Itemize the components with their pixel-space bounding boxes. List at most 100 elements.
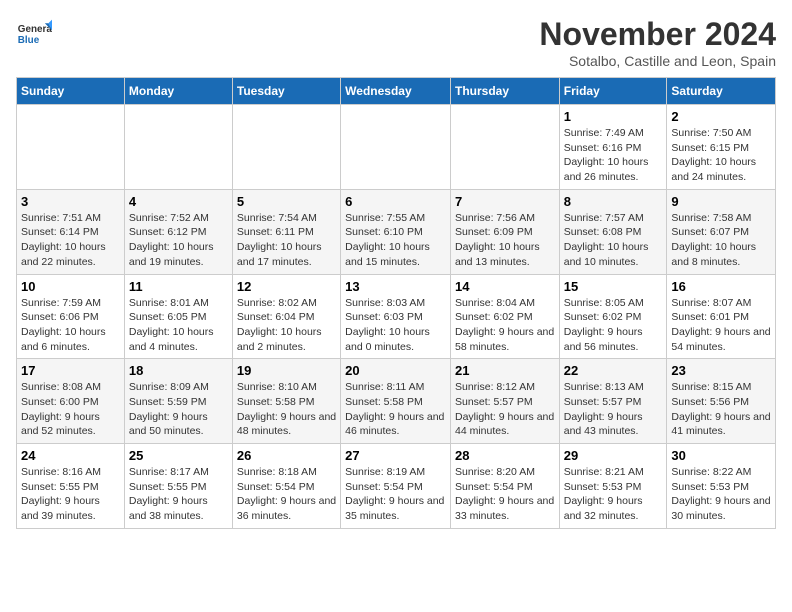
location-title: Sotalbo, Castille and Leon, Spain (539, 53, 776, 69)
day-info: Sunrise: 8:12 AM Sunset: 5:57 PM Dayligh… (455, 380, 555, 439)
week-row-2: 3 Sunrise: 7:51 AM Sunset: 6:14 PM Daylig… (17, 189, 776, 274)
header-sunday: Sunday (17, 78, 125, 105)
day-info: Sunrise: 7:58 AM Sunset: 6:07 PM Dayligh… (671, 211, 771, 270)
day-info: Sunrise: 8:10 AM Sunset: 5:58 PM Dayligh… (237, 380, 336, 439)
day-number: 27 (345, 448, 446, 463)
day-number: 14 (455, 279, 555, 294)
week-row-1: 1Sunrise: 7:49 AM Sunset: 6:16 PM Daylig… (17, 105, 776, 190)
calendar-cell: 7Sunrise: 7:56 AM Sunset: 6:09 PM Daylig… (450, 189, 559, 274)
day-info: Sunrise: 7:55 AM Sunset: 6:10 PM Dayligh… (345, 211, 446, 270)
calendar-cell: 24 Sunrise: 8:16 AM Sunset: 5:55 PM Dayli… (17, 444, 125, 529)
day-info: Sunrise: 7:59 AM Sunset: 6:06 PM Dayligh… (21, 296, 120, 355)
day-info: Sunrise: 7:56 AM Sunset: 6:09 PM Dayligh… (455, 211, 555, 270)
day-info: Sunrise: 8:15 AM Sunset: 5:56 PM Dayligh… (671, 380, 771, 439)
calendar-cell: 4 Sunrise: 7:52 AM Sunset: 6:12 PM Daylig… (124, 189, 232, 274)
calendar-cell: 17Sunrise: 8:08 AM Sunset: 6:00 PM Dayli… (17, 359, 125, 444)
day-number: 15 (564, 279, 663, 294)
calendar-cell: 10 Sunrise: 7:59 AM Sunset: 6:06 PM Dayli… (17, 274, 125, 359)
day-info: Sunrise: 8:17 AM Sunset: 5:55 PM Dayligh… (129, 465, 228, 524)
day-number: 23 (671, 363, 771, 378)
calendar-cell: 3 Sunrise: 7:51 AM Sunset: 6:14 PM Daylig… (17, 189, 125, 274)
header-friday: Friday (559, 78, 667, 105)
calendar-cell (450, 105, 559, 190)
day-info: Sunrise: 7:57 AM Sunset: 6:08 PM Dayligh… (564, 211, 663, 270)
svg-text:General: General (18, 24, 52, 35)
day-number: 20 (345, 363, 446, 378)
calendar-cell: 30Sunrise: 8:22 AM Sunset: 5:53 PM Dayli… (667, 444, 776, 529)
calendar-cell: 5 Sunrise: 7:54 AM Sunset: 6:11 PM Daylig… (232, 189, 340, 274)
day-number: 10 (21, 279, 120, 294)
day-number: 3 (21, 194, 120, 209)
calendar-cell: 19Sunrise: 8:10 AM Sunset: 5:58 PM Dayli… (232, 359, 340, 444)
week-row-5: 24 Sunrise: 8:16 AM Sunset: 5:55 PM Dayli… (17, 444, 776, 529)
svg-text:Blue: Blue (18, 35, 40, 46)
day-number: 13 (345, 279, 446, 294)
calendar-cell: 25Sunrise: 8:17 AM Sunset: 5:55 PM Dayli… (124, 444, 232, 529)
day-number: 9 (671, 194, 771, 209)
day-number: 26 (237, 448, 336, 463)
day-info: Sunrise: 8:18 AM Sunset: 5:54 PM Dayligh… (237, 465, 336, 524)
day-info: Sunrise: 7:51 AM Sunset: 6:14 PM Dayligh… (21, 211, 120, 270)
calendar-cell: 13 Sunrise: 8:03 AM Sunset: 6:03 PM Dayli… (341, 274, 451, 359)
day-info: Sunrise: 8:01 AM Sunset: 6:05 PM Dayligh… (129, 296, 228, 355)
day-number: 4 (129, 194, 228, 209)
day-info: Sunrise: 8:19 AM Sunset: 5:54 PM Dayligh… (345, 465, 446, 524)
calendar-cell: 14 Sunrise: 8:04 AM Sunset: 6:02 PM Dayli… (450, 274, 559, 359)
day-number: 6 (345, 194, 446, 209)
day-info: Sunrise: 8:16 AM Sunset: 5:55 PM Dayligh… (21, 465, 120, 524)
day-number: 5 (237, 194, 336, 209)
day-number: 29 (564, 448, 663, 463)
day-info: Sunrise: 8:13 AM Sunset: 5:57 PM Dayligh… (564, 380, 663, 439)
day-info: Sunrise: 7:50 AM Sunset: 6:15 PM Dayligh… (671, 126, 771, 185)
calendar-cell: 18Sunrise: 8:09 AM Sunset: 5:59 PM Dayli… (124, 359, 232, 444)
header-tuesday: Tuesday (232, 78, 340, 105)
day-info: Sunrise: 7:54 AM Sunset: 6:11 PM Dayligh… (237, 211, 336, 270)
day-info: Sunrise: 8:20 AM Sunset: 5:54 PM Dayligh… (455, 465, 555, 524)
month-title: November 2024 (539, 16, 776, 53)
day-info: Sunrise: 8:07 AM Sunset: 6:01 PM Dayligh… (671, 296, 771, 355)
header-monday: Monday (124, 78, 232, 105)
day-number: 16 (671, 279, 771, 294)
calendar-cell (232, 105, 340, 190)
week-row-3: 10 Sunrise: 7:59 AM Sunset: 6:06 PM Dayli… (17, 274, 776, 359)
calendar-cell: 9 Sunrise: 7:58 AM Sunset: 6:07 PM Daylig… (667, 189, 776, 274)
day-number: 24 (21, 448, 120, 463)
calendar-cell: 6 Sunrise: 7:55 AM Sunset: 6:10 PM Daylig… (341, 189, 451, 274)
calendar-cell: 12 Sunrise: 8:02 AM Sunset: 6:04 PM Dayli… (232, 274, 340, 359)
day-info: Sunrise: 8:02 AM Sunset: 6:04 PM Dayligh… (237, 296, 336, 355)
calendar-body: 1Sunrise: 7:49 AM Sunset: 6:16 PM Daylig… (17, 105, 776, 529)
day-info: Sunrise: 8:21 AM Sunset: 5:53 PM Dayligh… (564, 465, 663, 524)
calendar-cell: 16 Sunrise: 8:07 AM Sunset: 6:01 PM Dayli… (667, 274, 776, 359)
calendar-cell: 21 Sunrise: 8:12 AM Sunset: 5:57 PM Dayli… (450, 359, 559, 444)
header-wednesday: Wednesday (341, 78, 451, 105)
page-header: General Blue November 2024 Sotalbo, Cast… (16, 16, 776, 69)
calendar-cell: 11 Sunrise: 8:01 AM Sunset: 6:05 PM Dayli… (124, 274, 232, 359)
calendar-cell (341, 105, 451, 190)
day-number: 11 (129, 279, 228, 294)
day-info: Sunrise: 8:22 AM Sunset: 5:53 PM Dayligh… (671, 465, 771, 524)
calendar-cell (17, 105, 125, 190)
day-info: Sunrise: 8:03 AM Sunset: 6:03 PM Dayligh… (345, 296, 446, 355)
calendar-cell: 28Sunrise: 8:20 AM Sunset: 5:54 PM Dayli… (450, 444, 559, 529)
day-info: Sunrise: 8:05 AM Sunset: 6:02 PM Dayligh… (564, 296, 663, 355)
day-info: Sunrise: 8:09 AM Sunset: 5:59 PM Dayligh… (129, 380, 228, 439)
day-info: Sunrise: 7:52 AM Sunset: 6:12 PM Dayligh… (129, 211, 228, 270)
week-row-4: 17Sunrise: 8:08 AM Sunset: 6:00 PM Dayli… (17, 359, 776, 444)
day-number: 12 (237, 279, 336, 294)
day-number: 21 (455, 363, 555, 378)
header-thursday: Thursday (450, 78, 559, 105)
day-info: Sunrise: 8:11 AM Sunset: 5:58 PM Dayligh… (345, 380, 446, 439)
calendar-cell: 20 Sunrise: 8:11 AM Sunset: 5:58 PM Dayli… (341, 359, 451, 444)
header-saturday: Saturday (667, 78, 776, 105)
calendar-cell: 29 Sunrise: 8:21 AM Sunset: 5:53 PM Dayli… (559, 444, 667, 529)
weekday-header-row: Sunday Monday Tuesday Wednesday Thursday… (17, 78, 776, 105)
calendar-cell: 1Sunrise: 7:49 AM Sunset: 6:16 PM Daylig… (559, 105, 667, 190)
day-number: 1 (564, 109, 663, 124)
calendar-table: Sunday Monday Tuesday Wednesday Thursday… (16, 77, 776, 529)
logo: General Blue (16, 16, 52, 52)
title-section: November 2024 Sotalbo, Castille and Leon… (539, 16, 776, 69)
day-number: 8 (564, 194, 663, 209)
logo-icon: General Blue (16, 16, 52, 52)
day-info: Sunrise: 8:04 AM Sunset: 6:02 PM Dayligh… (455, 296, 555, 355)
calendar-cell (124, 105, 232, 190)
